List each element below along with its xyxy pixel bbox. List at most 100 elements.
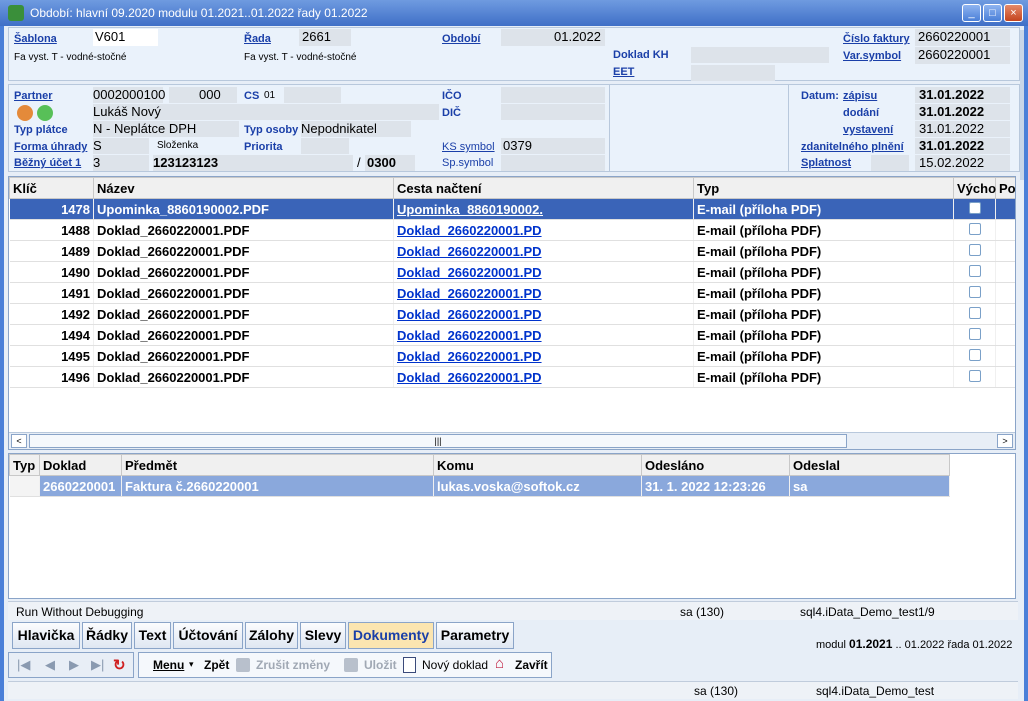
cancel-changes-icon bbox=[236, 658, 250, 672]
document-row[interactable]: 1492 Doklad_2660220001.PDF Doklad_26602200… bbox=[9, 303, 1015, 325]
col-po[interactable]: Po bbox=[995, 177, 1015, 199]
document-path-cell[interactable]: Doklad_2660220001.PD bbox=[393, 282, 694, 304]
zrusit-zmeny-button[interactable]: Zrušit změny bbox=[256, 658, 330, 672]
tab-slevy[interactable]: Slevy bbox=[300, 622, 346, 649]
scroll-right-icon[interactable]: > bbox=[997, 434, 1013, 448]
cs-field[interactable] bbox=[284, 87, 341, 103]
bezny-ucet-field[interactable]: 3 bbox=[93, 155, 149, 171]
maximize-button[interactable]: □ bbox=[983, 4, 1002, 22]
col-nazev[interactable]: Název bbox=[93, 177, 394, 199]
typ-osoby-field[interactable]: Nepodnikatel bbox=[301, 121, 411, 137]
vystaveni-field[interactable]: 31.01.2022 bbox=[915, 121, 1010, 137]
document-row[interactable]: 1489 Doklad_2660220001.PDF Doklad_26602200… bbox=[9, 240, 1015, 262]
typ-platce-field[interactable]: N - Neplátce DPH bbox=[93, 121, 239, 137]
sablona-field[interactable]: V601 bbox=[93, 29, 158, 46]
partner-sub-field[interactable]: 000 bbox=[169, 87, 237, 103]
obdobi-field[interactable]: 01.2022 bbox=[501, 29, 605, 46]
document-row[interactable]: 1496 Doklad_2660220001.PDF Doklad_26602200… bbox=[9, 366, 1015, 388]
col-mail-komu[interactable]: Komu bbox=[433, 454, 642, 476]
col-vychozi[interactable]: Výcho bbox=[953, 177, 996, 199]
cislo-faktury-field[interactable]: 2660220001 bbox=[915, 29, 1010, 46]
col-mail-odeslal[interactable]: Odeslal bbox=[789, 454, 950, 476]
horizontal-scrollbar[interactable]: < ||| > bbox=[9, 432, 1015, 449]
last-record-icon[interactable]: ▶| bbox=[91, 657, 104, 673]
doklad-kh-field[interactable] bbox=[691, 47, 829, 63]
document-row[interactable]: 1488 Doklad_2660220001.PDF Doklad_26602200… bbox=[9, 219, 1015, 241]
col-klic[interactable]: Klíč bbox=[9, 177, 94, 199]
forma-uhrady-field[interactable]: S bbox=[93, 138, 149, 154]
minimize-button[interactable]: _ bbox=[962, 4, 981, 22]
document-row[interactable]: 1494 Doklad_2660220001.PDF Doklad_26602200… bbox=[9, 324, 1015, 346]
tab-hlavicka[interactable]: Hlavička bbox=[12, 622, 80, 649]
zavrit-button[interactable]: Zavřít bbox=[515, 658, 548, 672]
ico-field[interactable] bbox=[501, 87, 605, 103]
col-typ[interactable]: Typ bbox=[693, 177, 954, 199]
rada-field[interactable]: 2661 bbox=[299, 29, 351, 46]
partner-field[interactable]: 0002000100 bbox=[93, 87, 165, 103]
col-mail-doklad[interactable]: Doklad bbox=[39, 454, 122, 476]
first-record-icon[interactable]: |◀ bbox=[17, 657, 30, 673]
default-checkbox[interactable] bbox=[968, 306, 981, 319]
refresh-icon[interactable]: ↻ bbox=[113, 656, 126, 674]
next-record-icon[interactable]: ▶ bbox=[69, 657, 79, 673]
default-checkbox[interactable] bbox=[968, 327, 981, 340]
default-checkbox[interactable] bbox=[968, 201, 981, 214]
splatnost-days-field[interactable] bbox=[871, 155, 909, 171]
bank-code-field[interactable]: 0300 bbox=[365, 155, 415, 171]
prev-record-icon[interactable]: ◀ bbox=[45, 657, 55, 673]
document-row[interactable]: 1491 Doklad_2660220001.PDF Doklad_26602200… bbox=[9, 282, 1015, 304]
document-path-cell[interactable]: Doklad_2660220001.PD bbox=[393, 345, 694, 367]
default-checkbox[interactable] bbox=[968, 369, 981, 382]
splatnost-field[interactable]: 15.02.2022 bbox=[915, 155, 1010, 171]
col-mail-odeslano[interactable]: Odesláno bbox=[641, 454, 790, 476]
ks-field[interactable]: 0379 bbox=[501, 138, 605, 154]
header-scrollbar[interactable] bbox=[1020, 30, 1024, 180]
tab-dokumenty[interactable]: Dokumenty bbox=[348, 622, 434, 649]
document-path-cell[interactable]: Doklad_2660220001.PD bbox=[393, 366, 694, 388]
eet-field[interactable] bbox=[691, 65, 775, 81]
var-symbol-field[interactable]: 2660220001 bbox=[915, 47, 1010, 64]
document-row[interactable]: 1490 Doklad_2660220001.PDF Doklad_26602200… bbox=[9, 261, 1015, 283]
document-path-cell[interactable]: Doklad_2660220001.PD bbox=[393, 324, 694, 346]
tab-uctovani[interactable]: Účtování bbox=[173, 622, 243, 649]
partner-name-field[interactable]: Lukáš Nový bbox=[93, 104, 439, 120]
document-path-cell[interactable]: Doklad_2660220001.PD bbox=[393, 219, 694, 241]
col-cesta[interactable]: Cesta načtení bbox=[393, 177, 694, 199]
menu-dropdown-icon[interactable]: ▾ bbox=[189, 659, 194, 670]
document-path-cell[interactable]: Upominka_8860190002. bbox=[393, 198, 694, 220]
document-path-cell[interactable]: Doklad_2660220001.PD bbox=[393, 303, 694, 325]
sp-field[interactable] bbox=[501, 155, 605, 171]
dic-field[interactable] bbox=[501, 104, 605, 120]
tab-radky[interactable]: Řádky bbox=[82, 622, 132, 649]
scroll-left-icon[interactable]: < bbox=[11, 434, 27, 448]
close-button[interactable]: × bbox=[1004, 4, 1023, 22]
scroll-thumb[interactable]: ||| bbox=[29, 434, 847, 448]
default-checkbox[interactable] bbox=[968, 264, 981, 277]
priorita-field[interactable] bbox=[301, 138, 349, 154]
dodani-field[interactable]: 31.01.2022 bbox=[915, 104, 1010, 120]
default-checkbox[interactable] bbox=[968, 348, 981, 361]
col-mail-typ[interactable]: Typ bbox=[9, 454, 40, 476]
default-checkbox[interactable] bbox=[968, 243, 981, 256]
document-name-cell: Doklad_2660220001.PDF bbox=[93, 282, 394, 304]
zpet-button[interactable]: Zpět bbox=[204, 658, 229, 672]
tab-parametry[interactable]: Parametry bbox=[436, 622, 514, 649]
menu-button[interactable]: Menu bbox=[153, 658, 184, 672]
document-row[interactable]: 1478 Upominka_8860190002.PDF Upominka_8860… bbox=[9, 198, 1015, 220]
tab-zalohy[interactable]: Zálohy bbox=[245, 622, 298, 649]
col-mail-predmet[interactable]: Předmět bbox=[121, 454, 434, 476]
ulozit-button[interactable]: Uložit bbox=[364, 658, 397, 672]
document-path-cell[interactable]: Doklad_2660220001.PD bbox=[393, 261, 694, 283]
tab-text[interactable]: Text bbox=[134, 622, 171, 649]
zapisu-field[interactable]: 31.01.2022 bbox=[915, 87, 1010, 103]
default-checkbox[interactable] bbox=[968, 222, 981, 235]
bank-account-field[interactable]: 123123123 bbox=[153, 155, 353, 171]
document-path-cell[interactable]: Doklad_2660220001.PD bbox=[393, 240, 694, 262]
mail-row[interactable]: 2660220001 Faktura č.2660220001 lukas.vo… bbox=[9, 475, 950, 497]
default-checkbox[interactable] bbox=[968, 285, 981, 298]
priorita-label: Priorita bbox=[244, 141, 283, 153]
mail-grid: Typ Doklad Předmět Komu Odesláno Odeslal… bbox=[8, 453, 1016, 599]
document-row[interactable]: 1495 Doklad_2660220001.PDF Doklad_26602200… bbox=[9, 345, 1015, 367]
novy-doklad-button[interactable]: Nový doklad bbox=[422, 658, 488, 672]
zdanitelneho-field[interactable]: 31.01.2022 bbox=[915, 138, 1010, 154]
